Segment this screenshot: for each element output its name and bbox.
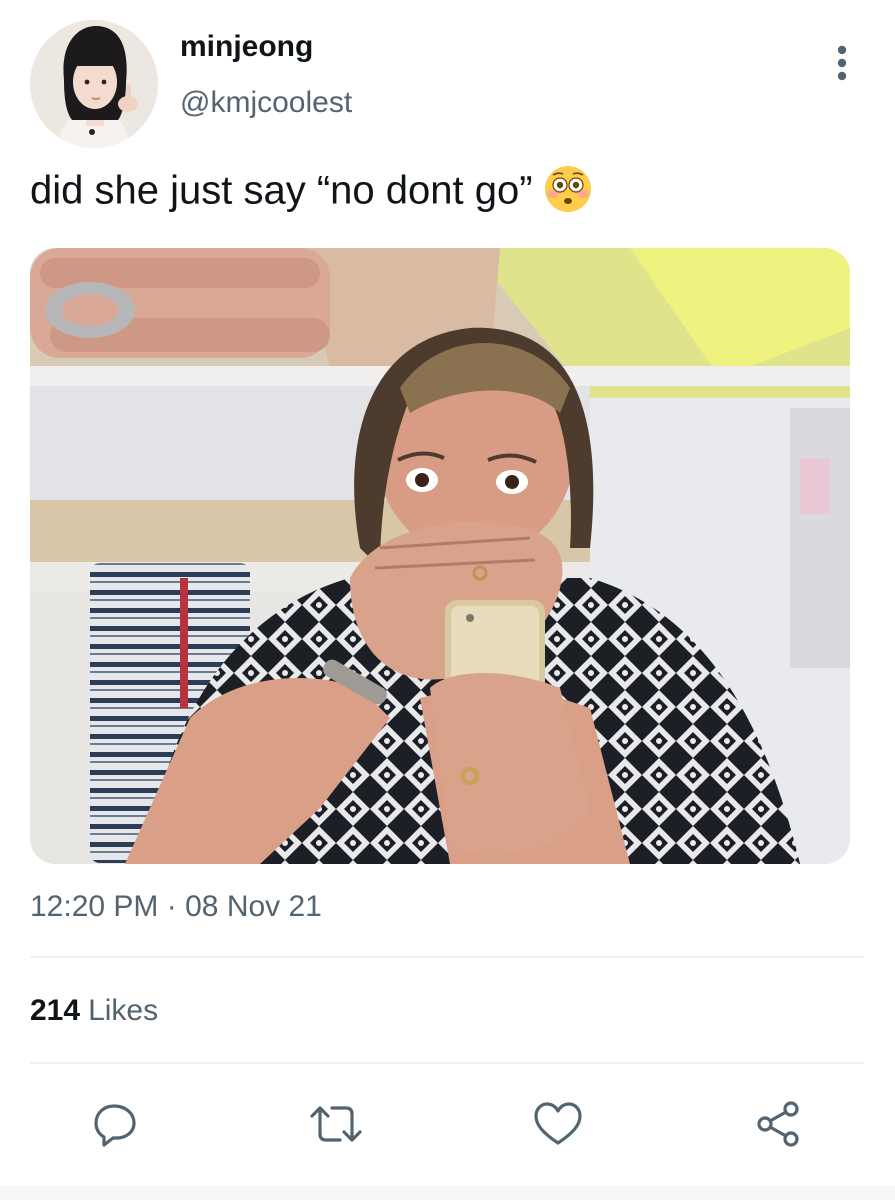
likes-summary[interactable]: 214 Likes: [30, 994, 158, 1028]
retweet-icon: [310, 1106, 362, 1142]
like-button[interactable]: [532, 1098, 584, 1150]
tweet-photo[interactable]: [30, 248, 850, 864]
share-button[interactable]: [752, 1098, 804, 1150]
author-display-name[interactable]: minjeong: [180, 30, 313, 64]
tweet-date: 08 Nov 21: [185, 890, 322, 923]
divider: [30, 1062, 865, 1064]
more-options-icon[interactable]: [826, 40, 858, 90]
flushed-face-emoji-icon: [543, 164, 593, 214]
share-icon: [757, 1101, 799, 1147]
tweet-text-content: did she just say “no dont go”: [30, 168, 533, 213]
author-handle[interactable]: @kmjcoolest: [180, 86, 352, 120]
tweet-detail: minjeong @kmjcoolest did she just say “n…: [0, 0, 895, 1200]
avatar[interactable]: [30, 20, 158, 148]
timestamp-separator: ·: [166, 890, 177, 923]
avatar-image: [30, 20, 158, 148]
bottom-edge: [0, 1186, 895, 1200]
reply-icon: [94, 1104, 136, 1147]
photo-illustration: [30, 248, 850, 864]
reply-button[interactable]: [90, 1098, 142, 1150]
likes-count: 214: [30, 994, 81, 1027]
retweet-button[interactable]: [310, 1098, 362, 1150]
divider: [30, 956, 865, 958]
tweet-time: 12:20 PM: [30, 890, 159, 923]
likes-label: Likes: [88, 994, 159, 1027]
tweet-text: did she just say “no dont go”: [30, 166, 593, 218]
tweet-timestamp[interactable]: 12:20 PM · 08 Nov 21: [30, 890, 322, 924]
like-icon: [534, 1102, 582, 1145]
